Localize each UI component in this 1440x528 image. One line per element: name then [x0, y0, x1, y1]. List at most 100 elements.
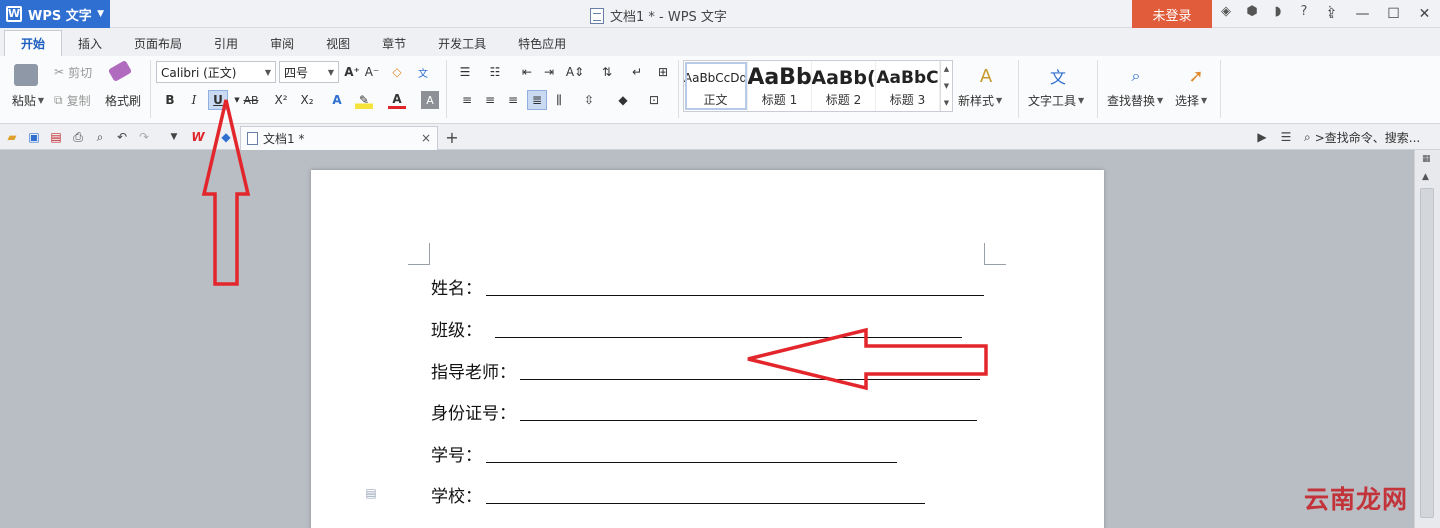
styles-gallery: AaBbCcDd 正文 AaBb 标题 1 AaBb( 标题 2 AaBbC 标… [683, 60, 953, 112]
window-title-text: 文档1 * - WPS 文字 [610, 10, 727, 25]
highlight-icon[interactable]: ✎ [355, 91, 373, 109]
print-icon[interactable]: ⎙ [70, 129, 86, 145]
minimize-icon[interactable]: — [1347, 0, 1378, 28]
align-right-icon[interactable]: ≡ [504, 91, 522, 109]
open-folder-icon[interactable]: ▰ [4, 129, 20, 145]
align-center-icon[interactable]: ≡ [481, 91, 499, 109]
login-button[interactable]: 未登录 [1132, 0, 1212, 28]
screen-cast-icon[interactable]: ▶ [1254, 129, 1270, 145]
select-button[interactable]: 选择 ▼ [1175, 92, 1207, 108]
font-size-select[interactable]: 四号 ▼ [279, 61, 339, 83]
cube-icon[interactable]: ⬢ [1242, 4, 1262, 19]
style-heading-1[interactable]: AaBb 标题 1 [748, 61, 812, 111]
close-tab-icon[interactable]: × [421, 131, 431, 145]
ruler-toggle-icon[interactable]: ▦ [1422, 154, 1431, 164]
customize-dropdown-icon[interactable]: ▼ [166, 129, 182, 145]
find-replace-button[interactable]: 查找替换 ▼ [1107, 92, 1163, 108]
align-left-icon[interactable]: ≡ [458, 91, 476, 109]
style-heading-3[interactable]: AaBbC 标题 3 [876, 61, 940, 111]
tab-review[interactable]: 审阅 [254, 30, 310, 56]
paragraph-marker-icon[interactable]: ▤ [362, 484, 380, 502]
distributed-icon[interactable]: ⫼ [550, 91, 568, 109]
find-replace-icon: ⌕ [1131, 66, 1141, 85]
scroll-thumb[interactable] [1420, 188, 1434, 518]
app-menu-button[interactable]: W WPS 文字 ▼ [0, 0, 110, 28]
justify-icon[interactable]: ≣ [527, 90, 547, 110]
styles-scroll[interactable]: ▲ ▼ ▼ [940, 61, 952, 111]
feedback-icon[interactable]: ◗ [1268, 4, 1288, 19]
close-icon[interactable]: ✕ [1409, 0, 1440, 28]
shading-bucket-icon[interactable]: ◆ [614, 91, 632, 109]
font-family-select[interactable]: Calibri (正文) ▼ [156, 61, 276, 83]
redo-icon[interactable]: ↷ [136, 129, 152, 145]
text-direction-icon[interactable]: A⇕ [566, 63, 584, 81]
style-heading-2[interactable]: AaBb( 标题 2 [812, 61, 876, 111]
decrease-indent-icon[interactable]: ⇤ [518, 63, 536, 81]
scissors-icon: ✂ [54, 65, 65, 79]
char-shading-icon[interactable]: A [421, 91, 439, 109]
scroll-up-icon[interactable]: ▲ [1422, 172, 1429, 182]
tab-home[interactable]: 开始 [4, 30, 63, 56]
font-color-icon[interactable]: A [388, 91, 406, 109]
chevron-up-icon[interactable]: ▲ [944, 65, 949, 73]
field-name[interactable]: 姓名： [431, 274, 984, 299]
chevron-down-icon[interactable]: ▼ [944, 82, 949, 90]
underline-blank [486, 503, 925, 504]
text-effect-icon[interactable]: A [328, 91, 346, 109]
show-marks-icon[interactable]: ↵ [628, 63, 646, 81]
maximize-icon[interactable]: ☐ [1378, 0, 1409, 28]
superscript-button[interactable]: X² [272, 91, 290, 109]
margin-corner-tl [408, 243, 430, 265]
tab-developer[interactable]: 开发工具 [422, 30, 502, 56]
copy-button[interactable]: ⧉ 复制 [54, 92, 91, 108]
help-icon[interactable]: ? [1294, 4, 1314, 19]
restore-ribbon-icon[interactable]: ⇪ [1316, 0, 1347, 28]
bold-button[interactable]: B [161, 91, 179, 109]
document-tab[interactable]: 文档1 * × [240, 126, 438, 150]
subscript-button[interactable]: X₂ [298, 91, 316, 109]
increase-indent-icon[interactable]: ⇥ [540, 63, 558, 81]
tab-special[interactable]: 特色应用 [502, 30, 582, 56]
new-style-icon: A [979, 65, 993, 87]
style-normal[interactable]: AaBbCcDd 正文 [684, 61, 748, 111]
paste-button[interactable]: 粘贴 ▼ [8, 92, 48, 108]
cursor-icon: ➚ [1188, 65, 1204, 87]
line-spacing-icon[interactable]: ⇳ [580, 91, 598, 109]
tab-view[interactable]: 视图 [310, 30, 366, 56]
tab-page-layout[interactable]: 页面布局 [118, 30, 198, 56]
sort-icon[interactable]: ⇅ [598, 63, 616, 81]
tab-chapter[interactable]: 章节 [366, 30, 422, 56]
cut-button[interactable]: ✂ 剪切 [54, 64, 92, 80]
vertical-scrollbar[interactable]: ▦ ▲ [1414, 150, 1440, 528]
borders-icon[interactable]: ⊡ [645, 91, 663, 109]
skin-icon[interactable]: ◈ [1216, 4, 1236, 19]
new-style-button[interactable]: 新样式 ▼ [958, 92, 1002, 108]
field-student-number[interactable]: 学号： [431, 441, 897, 466]
pinyin-icon[interactable]: 文 [414, 63, 432, 81]
table-grid-icon[interactable]: ⊞ [654, 63, 672, 81]
field-id-number[interactable]: 身份证号： [431, 399, 977, 424]
grow-font-icon[interactable]: A⁺ [343, 63, 361, 81]
clear-format-icon[interactable]: ◇ [388, 63, 406, 81]
shrink-font-icon[interactable]: A⁻ [363, 63, 381, 81]
print-preview-icon[interactable]: ⌕ [92, 129, 108, 145]
new-tab-icon[interactable]: + [444, 128, 460, 147]
export-pdf-icon[interactable]: ▤ [48, 129, 64, 145]
list-view-icon[interactable]: ☰ [1278, 129, 1294, 145]
bullets-icon[interactable]: ☰ [456, 63, 474, 81]
app-name: WPS 文字 [28, 8, 92, 24]
tab-insert[interactable]: 插入 [62, 30, 118, 56]
format-painter-button[interactable]: 格式刷 [102, 92, 144, 108]
chevron-down-icon: ▼ [97, 9, 104, 19]
paste-icon[interactable] [14, 64, 38, 86]
tab-references[interactable]: 引用 [198, 30, 254, 56]
undo-icon[interactable]: ↶ [114, 129, 130, 145]
expand-icon[interactable]: ▼ [944, 99, 949, 107]
text-tools-button[interactable]: 文字工具 ▼ [1028, 92, 1084, 108]
text-tools-icon: 文 [1049, 68, 1066, 87]
numbering-icon[interactable]: ☷ [486, 63, 504, 81]
margin-corner-tr [984, 243, 1006, 265]
save-icon[interactable]: ▣ [26, 129, 42, 145]
command-search[interactable]: ⌕ >查找命令、搜索... [1304, 129, 1420, 146]
field-school[interactable]: 学校： [431, 482, 925, 507]
